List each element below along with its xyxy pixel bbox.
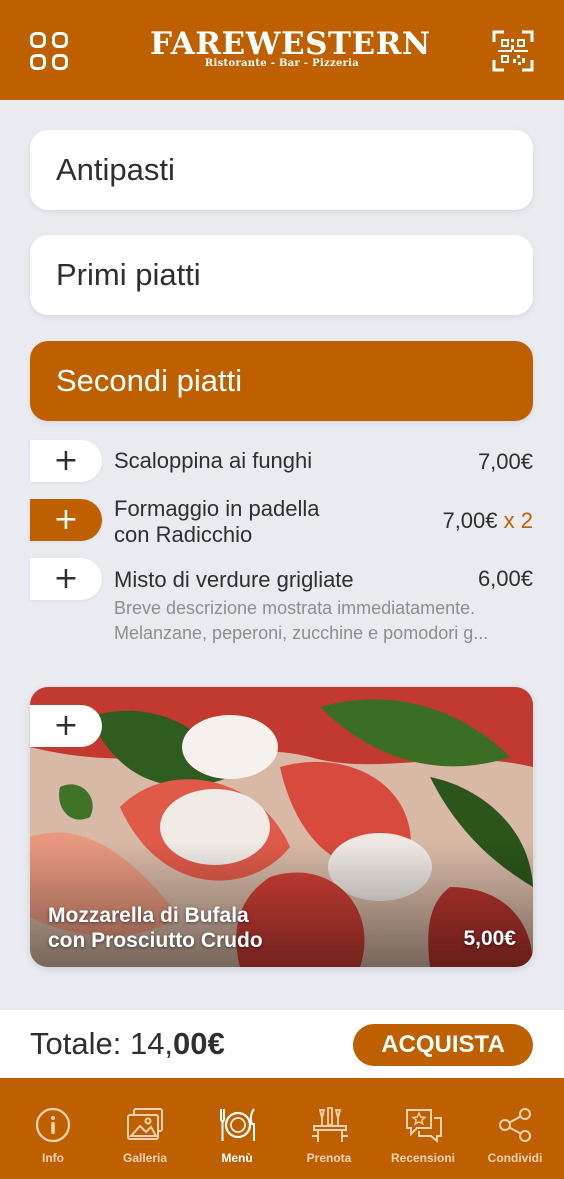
tab-label: Prenota <box>306 1151 352 1165</box>
add-featured-button[interactable]: + <box>30 705 102 747</box>
tab-prenota[interactable]: Prenota <box>282 1078 376 1179</box>
category-label: Primi piatti <box>56 257 201 292</box>
tab-menu[interactable]: Menù <box>190 1078 284 1179</box>
featured-dish-card[interactable]: + Mozzarella di Bufala con Prosciutto Cr… <box>30 687 533 967</box>
tab-label: Galleria <box>122 1151 168 1165</box>
tab-label: Condividi <box>487 1151 543 1165</box>
dish-price: 7,00€ <box>478 449 533 475</box>
tab-label: Menù <box>221 1151 253 1165</box>
table-booking-icon <box>312 1107 348 1142</box>
buy-button[interactable]: ACQUISTA <box>353 1024 533 1066</box>
brand-logo: FAREWESTERN Ristorante - Bar - Pizzeria <box>150 26 431 69</box>
add-dish-button[interactable]: + <box>30 558 102 600</box>
quantity-badge: x 2 <box>503 508 533 533</box>
dish-name-line: Formaggio in padella <box>114 496 320 521</box>
add-dish-button[interactable]: + <box>30 499 102 541</box>
dish-name-line: con Radicchio <box>114 522 253 547</box>
dish-price: 7,00€ x 2 <box>442 508 533 534</box>
total-amount-bold: 00€ <box>173 1026 225 1061</box>
dish-name: Formaggio in padella con Radicchio <box>114 496 319 548</box>
price-value: 6,00€ <box>477 566 533 591</box>
tab-galleria[interactable]: Galleria <box>98 1078 192 1179</box>
tab-label: Info <box>42 1151 64 1165</box>
price-value: 7,00€ <box>477 449 533 474</box>
featured-dish-price: 5,00€ <box>463 927 516 950</box>
category-secondi-piatti[interactable]: Secondi piatti <box>30 341 533 421</box>
category-label: Antipasti <box>56 152 175 187</box>
dish-name: Misto di verdure grigliate <box>114 567 354 592</box>
featured-name-line: con Prosciutto Crudo <box>48 929 263 952</box>
plus-icon: + <box>53 502 79 537</box>
tab-recensioni[interactable]: Recensioni <box>376 1078 470 1179</box>
plate-cutlery-icon <box>220 1108 255 1141</box>
info-icon <box>35 1107 71 1143</box>
category-primi-piatti[interactable]: Primi piatti <box>30 235 533 315</box>
app-header: FAREWESTERN Ristorante - Bar - Pizzeria <box>0 0 564 100</box>
brand-name: FAREWESTERN <box>150 26 431 62</box>
plus-icon: + <box>53 561 79 596</box>
grid-menu-icon[interactable] <box>30 32 70 72</box>
cart-summary-bar: Totale: 14,00€ ACQUISTA <box>0 1010 564 1078</box>
category-label: Secondi piatti <box>56 363 243 398</box>
add-dish-button[interactable]: + <box>30 440 102 482</box>
category-antipasti[interactable]: Antipasti <box>30 130 533 210</box>
gallery-icon <box>127 1108 163 1140</box>
total-label: Totale: 14, <box>30 1026 174 1061</box>
bottom-tab-bar: Info Galleria Menù Prenota Recensioni Co… <box>0 1078 564 1179</box>
dish-price: 6,00€ <box>478 566 533 592</box>
tab-condividi[interactable]: Condividi <box>468 1078 562 1179</box>
reviews-icon <box>406 1109 442 1144</box>
dish-name: Scaloppina ai funghi <box>114 448 313 473</box>
tab-label: Recensioni <box>390 1151 456 1165</box>
plus-icon: + <box>53 443 79 478</box>
dish-description: Breve descrizione mostrata immediatament… <box>114 598 476 618</box>
price-value: 7,00€ <box>442 508 498 533</box>
tab-info[interactable]: Info <box>6 1078 100 1179</box>
featured-dish-name: Mozzarella di Bufala con Prosciutto Crud… <box>48 903 263 953</box>
featured-name-line: Mozzarella di Bufala <box>48 904 249 927</box>
share-icon <box>499 1108 531 1142</box>
dish-description: Melanzane, peperoni, zucchine e pomodori… <box>114 623 489 643</box>
qr-code-icon[interactable] <box>492 30 534 72</box>
cart-total: Totale: 14,00€ <box>30 1026 225 1062</box>
